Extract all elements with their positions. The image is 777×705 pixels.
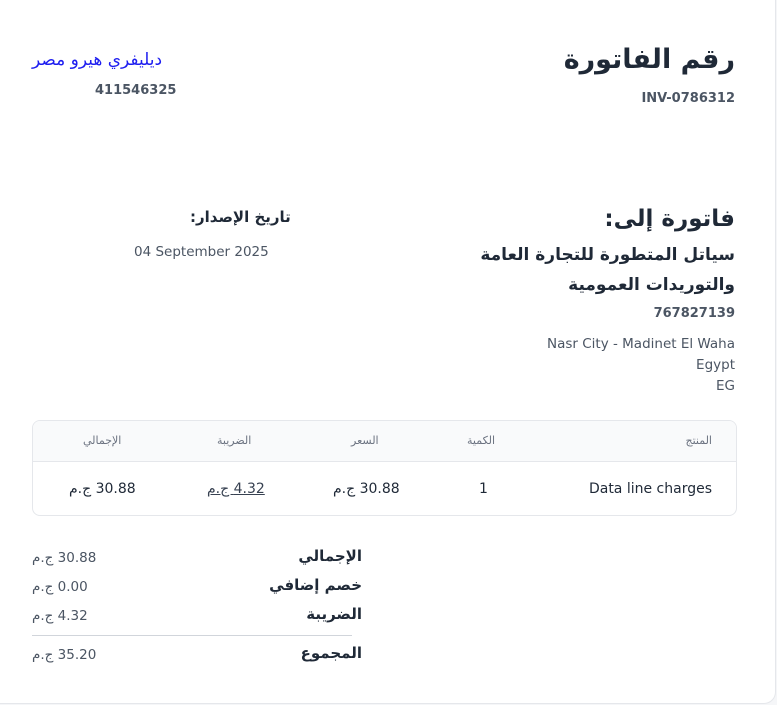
totals-divider: [32, 635, 352, 636]
row-tax-link[interactable]: 4.32 ج.م: [207, 481, 265, 497]
address-line: Nasr City - Madinet El Waha: [546, 336, 735, 352]
bill-to-id: 767827139: [653, 306, 735, 321]
issue-date: 04 September 2025: [134, 244, 269, 260]
header-product: المنتج: [685, 434, 712, 447]
line-items-table: المنتج الكمية السعر الضريبة الإجمالي Dat…: [32, 420, 737, 516]
row-product: Data line charges: [588, 481, 712, 497]
grand-total-row: المجموع 35.20 ج.م: [32, 642, 362, 671]
invoice-page: رقم الفاتورة INV-0786312 ديليفري هيرو مص…: [0, 0, 776, 704]
totals-section: الإجمالي 30.88 ج.م خصم إضافي 0.00 ج.م ال…: [32, 545, 362, 671]
invoice-title: رقم الفاتورة: [563, 44, 735, 75]
bill-to-name: سياتل المتطورة للتجارة العامة والتوريدات…: [480, 245, 735, 295]
address-line: Egypt: [696, 357, 735, 373]
invoice-number: INV-0786312: [641, 91, 735, 106]
issue-date-label: تاريخ الإصدار:: [190, 208, 291, 226]
header-tax: الضريبة: [217, 434, 252, 447]
subtotal-value: 30.88 ج.م: [32, 550, 97, 566]
grand-total-label: المجموع: [300, 644, 362, 662]
discount-label: خصم إضافي: [269, 576, 362, 594]
address-line: EG: [716, 378, 735, 394]
company-id: 411546325: [95, 83, 177, 98]
tax-value: 4.32 ج.م: [32, 608, 88, 624]
tax-row: الضريبة 4.32 ج.م: [32, 603, 362, 632]
discount-value: 0.00 ج.م: [32, 579, 88, 595]
row-price: 30.88 ج.م: [333, 481, 400, 497]
row-total: 30.88 ج.م: [69, 481, 136, 497]
discount-row: خصم إضافي 0.00 ج.م: [32, 574, 362, 603]
company-name: ديليفري هيرو مصر: [32, 50, 163, 70]
header-price: السعر: [351, 434, 379, 447]
tax-label: الضريبة: [306, 605, 362, 623]
header-total: الإجمالي: [83, 434, 122, 447]
table-header: المنتج الكمية السعر الضريبة الإجمالي: [33, 421, 736, 462]
subtotal-label: الإجمالي: [298, 547, 362, 565]
header-quantity: الكمية: [467, 434, 496, 447]
bill-to-label: فاتورة إلى:: [604, 206, 735, 232]
bill-to-address: Nasr City - Madinet El Waha Egypt EG: [547, 334, 735, 397]
subtotal-row: الإجمالي 30.88 ج.م: [32, 545, 362, 574]
row-quantity: 1: [479, 481, 488, 497]
grand-total-value: 35.20 ج.م: [32, 647, 97, 663]
